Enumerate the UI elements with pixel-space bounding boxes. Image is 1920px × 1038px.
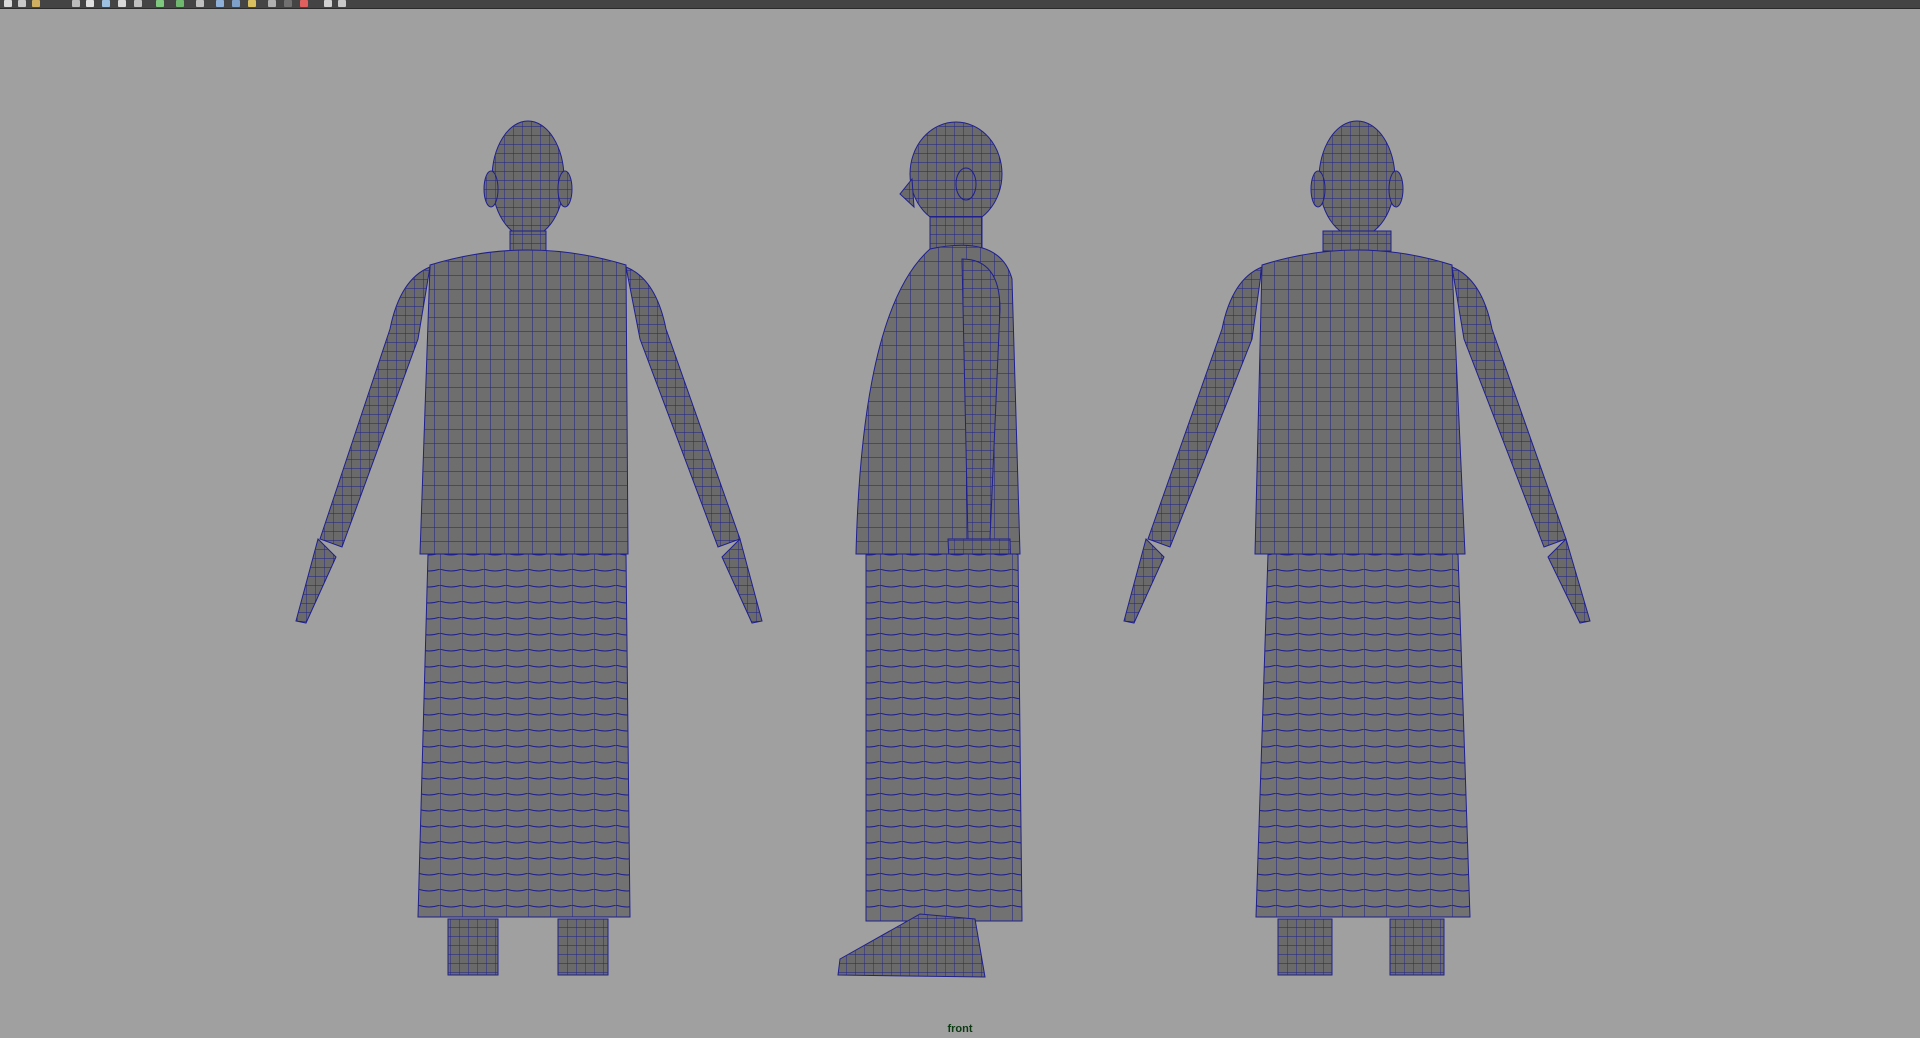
attribute-icon[interactable] (338, 0, 346, 7)
sphere-icon[interactable] (284, 0, 292, 7)
paint-select-icon[interactable] (32, 0, 40, 7)
snap-curve-icon[interactable] (86, 0, 94, 7)
ipr-render-icon[interactable] (216, 0, 224, 7)
figure-back-view[interactable] (1123, 120, 1591, 976)
render-frame-icon[interactable] (196, 0, 204, 7)
hypershade-icon[interactable] (248, 0, 256, 7)
render-settings-icon[interactable] (232, 0, 240, 7)
light-icon[interactable] (268, 0, 276, 7)
snap-grid-icon[interactable] (72, 0, 80, 7)
snap-view-icon[interactable] (118, 0, 126, 7)
snap-surface-icon[interactable] (134, 0, 142, 7)
outliner-icon[interactable] (324, 0, 332, 7)
viewport-canvas (295, 120, 1591, 978)
figure-front-view[interactable] (295, 120, 763, 976)
camera-name-label: front (947, 1023, 973, 1035)
maya-viewport[interactable] (0, 9, 1920, 1038)
lasso-tool-icon[interactable] (18, 0, 26, 7)
construction-icon[interactable] (176, 0, 184, 7)
paint-icon[interactable] (300, 0, 308, 7)
history-icon[interactable] (156, 0, 164, 7)
snap-point-icon[interactable] (102, 0, 110, 7)
status-line-toolbar (0, 0, 1920, 9)
select-tool-icon[interactable] (4, 0, 12, 7)
figure-side-view[interactable] (837, 121, 1023, 978)
